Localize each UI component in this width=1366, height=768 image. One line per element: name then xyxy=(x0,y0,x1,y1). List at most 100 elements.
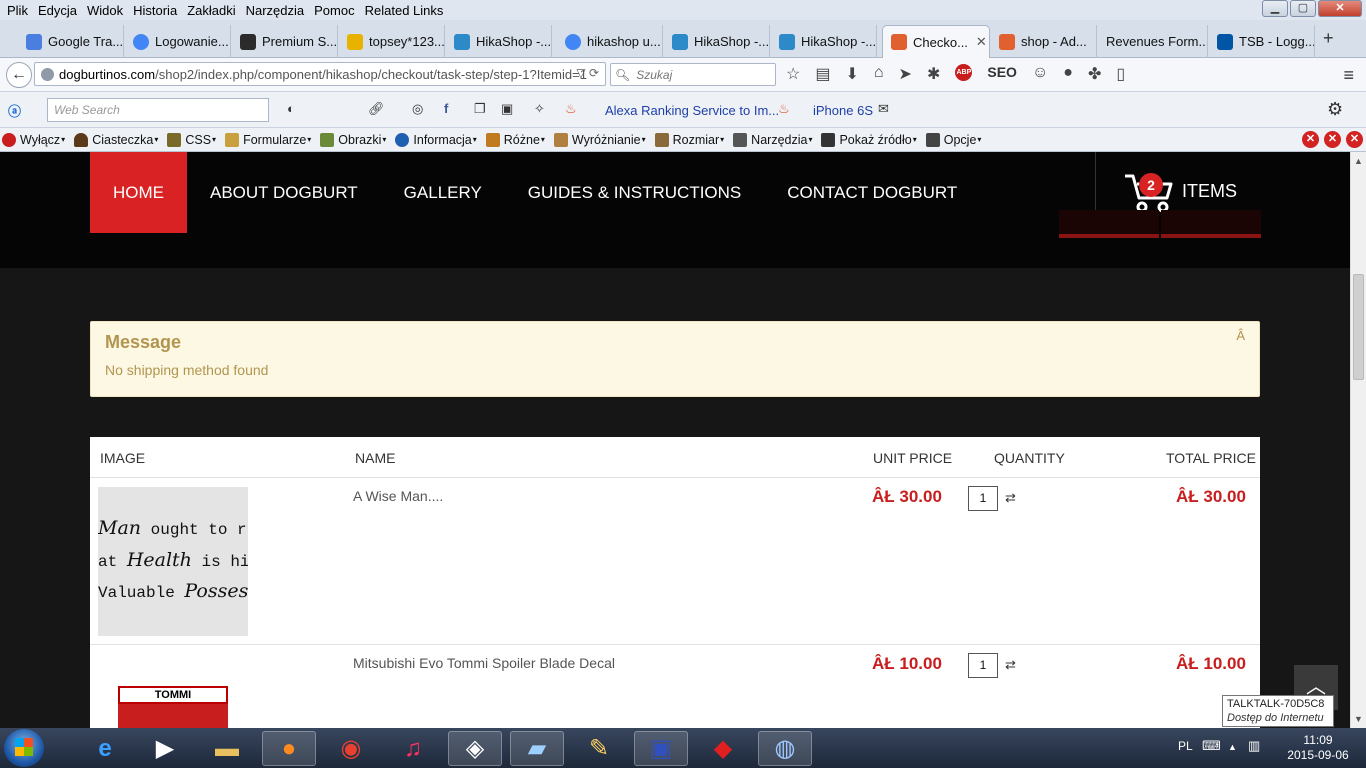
alexa-bookmark[interactable]: Alexa Ranking Service to Im... xyxy=(605,103,779,118)
media-player-icon[interactable]: ▶ xyxy=(138,731,192,766)
nav-contact[interactable]: CONTACT DOGBURT xyxy=(764,152,980,233)
wd-css[interactable]: CSS ▾ xyxy=(167,132,216,147)
link-icon[interactable]: 🔗︎ xyxy=(368,101,385,117)
error-icon[interactable]: ✕ xyxy=(1302,131,1319,148)
firefox-icon[interactable]: ● xyxy=(262,731,316,766)
settings-gear-icon[interactable]: ⚙ xyxy=(1327,99,1343,120)
hamburger-menu-icon[interactable]: ≡ xyxy=(1343,65,1354,86)
app-icon[interactable]: ◈ xyxy=(448,731,502,766)
url-bar[interactable]: dogburtinos.com/shop2/index.php/componen… xyxy=(34,62,606,86)
home-icon[interactable]: ⌂ xyxy=(874,64,884,84)
error-icon[interactable]: ✕ xyxy=(1346,131,1363,148)
cart-next-button[interactable] xyxy=(1161,210,1261,238)
menu-pomoc[interactable]: Pomoc xyxy=(309,3,359,18)
back-button[interactable]: ← xyxy=(6,62,32,88)
chat-icon[interactable]: ● xyxy=(1063,64,1073,84)
web-search-input[interactable]: Web Search xyxy=(47,98,269,122)
nav-about[interactable]: ABOUT DOGBURT xyxy=(187,152,381,233)
cart-widget[interactable]: 2 ITEMS xyxy=(1059,152,1261,238)
tab-google-translate[interactable]: Google Tra... xyxy=(18,25,124,58)
start-button[interactable] xyxy=(4,729,44,767)
tab-revenues[interactable]: Revenues Form... xyxy=(1098,25,1208,58)
notes-icon[interactable]: ▰ xyxy=(510,731,564,766)
tab-hikashop-2[interactable]: HikaShop -... xyxy=(664,25,770,58)
clock[interactable]: 11:09 2015-09-06 xyxy=(1282,733,1354,763)
chrome-icon[interactable]: ◉ xyxy=(324,731,378,766)
tab-hikashop-3[interactable]: HikaShop -... xyxy=(771,25,877,58)
fire-menu-icon[interactable]: ♨ xyxy=(778,101,790,117)
extension-icon[interactable]: ✱ xyxy=(927,64,940,84)
itunes-icon[interactable]: ♫ xyxy=(386,731,440,766)
scroll-down-arrow-icon[interactable]: ▼ xyxy=(1354,714,1363,724)
image-icon[interactable]: ▣ xyxy=(501,101,513,117)
wd-options[interactable]: Opcje ▾ xyxy=(925,132,981,147)
news-icon[interactable]: ◐ xyxy=(287,101,295,116)
page-scrollbar[interactable]: ▲ ▼ xyxy=(1350,152,1366,728)
close-window-button[interactable]: ✕ xyxy=(1318,0,1362,17)
fire-icon[interactable]: ♨ xyxy=(565,101,577,117)
wd-information[interactable]: Informacja ▾ xyxy=(395,132,477,147)
puzzle-icon[interactable]: ✤ xyxy=(1088,64,1101,84)
menu-widok[interactable]: Widok xyxy=(82,3,128,18)
menu-narzedzia[interactable]: Narzędzia xyxy=(241,3,310,18)
acrobat-icon[interactable]: ◆ xyxy=(696,731,750,766)
maximize-button[interactable]: ▢ xyxy=(1290,0,1316,17)
cart-prev-button[interactable] xyxy=(1059,210,1159,238)
keyboard-icon[interactable]: ⌨ xyxy=(1202,738,1221,754)
tab-logowanie[interactable]: Logowanie... xyxy=(125,25,231,58)
tab-checkout-active[interactable]: Checko... ✕ xyxy=(882,25,990,58)
tab-hikashop-google[interactable]: hikashop u... xyxy=(557,25,663,58)
share-icon[interactable]: ◎ xyxy=(412,101,423,117)
wd-outline[interactable]: Wyróżnianie ▾ xyxy=(553,132,646,147)
network-app-icon[interactable]: ◍ xyxy=(758,731,812,766)
wd-cookies[interactable]: Ciasteczka ▾ xyxy=(74,132,158,147)
internet-explorer-icon[interactable]: e xyxy=(78,731,132,766)
iphone-bookmark[interactable]: iPhone 6S xyxy=(813,103,873,118)
downloads-icon[interactable]: ⬇ xyxy=(845,64,858,84)
seo-quake-icon[interactable]: SEO xyxy=(987,64,1017,84)
reload-icon[interactable]: ▽ ⟳ xyxy=(576,66,599,80)
scrollbar-thumb[interactable] xyxy=(1353,274,1364,380)
facebook-icon[interactable]: f xyxy=(444,101,448,116)
nav-home[interactable]: HOME xyxy=(90,152,187,233)
nav-gallery[interactable]: GALLERY xyxy=(381,152,505,233)
wd-misc[interactable]: Różne ▾ xyxy=(485,132,545,147)
language-indicator[interactable]: PL xyxy=(1178,739,1193,753)
explorer-folder-icon[interactable]: ▬ xyxy=(200,731,254,766)
menu-plik[interactable]: Plik xyxy=(2,3,33,18)
tab-premium[interactable]: Premium S... xyxy=(232,25,338,58)
mail-icon[interactable]: ✉ xyxy=(878,101,889,117)
save-disk-icon[interactable]: ▣ xyxy=(634,731,688,766)
clipboard-icon[interactable]: ▯ xyxy=(1116,64,1125,84)
nav-guides[interactable]: GUIDES & INSTRUCTIONS xyxy=(505,152,764,233)
send-icon[interactable]: ➤ xyxy=(899,64,912,84)
wd-forms[interactable]: Formularze ▾ xyxy=(225,132,311,147)
minimize-button[interactable]: ▁ xyxy=(1262,0,1288,17)
menu-edycja[interactable]: Edycja xyxy=(33,3,82,18)
menu-related-links[interactable]: Related Links xyxy=(360,3,449,18)
ask-icon[interactable]: ⓐ xyxy=(8,101,21,120)
menu-zakladki[interactable]: Zakładki xyxy=(182,3,240,18)
network-icon[interactable]: ▥ xyxy=(1248,738,1260,754)
tab-topsey[interactable]: topsey*123... xyxy=(339,25,445,58)
wd-view-source[interactable]: Pokaż źródło ▾ xyxy=(821,132,917,147)
wd-disable[interactable]: Wyłącz ▾ xyxy=(2,132,65,147)
tab-hikashop-1[interactable]: HikaShop -... xyxy=(446,25,552,58)
quantity-input[interactable]: 1 xyxy=(968,486,998,511)
quantity-input[interactable]: 1 xyxy=(968,653,998,678)
close-tab-icon[interactable]: ✕ xyxy=(976,34,987,50)
bookmark-star-icon[interactable]: ☆ xyxy=(786,64,800,84)
new-tab-button[interactable]: + xyxy=(1323,28,1334,49)
error-icon[interactable]: ✕ xyxy=(1324,131,1341,148)
tray-expand-icon[interactable]: ▲ xyxy=(1228,742,1237,752)
tab-shop-admin[interactable]: shop - Ad... xyxy=(991,25,1097,58)
wd-images[interactable]: Obrazki ▾ xyxy=(320,132,386,147)
refresh-icon[interactable]: ⇄ xyxy=(1005,490,1016,506)
tab-tsb[interactable]: TSB - Logg... xyxy=(1209,25,1315,58)
wd-resize[interactable]: Rozmiar ▾ xyxy=(654,132,724,147)
product-name[interactable]: A Wise Man.... xyxy=(353,488,443,504)
reading-list-icon[interactable]: ▤ xyxy=(815,64,830,84)
product-name[interactable]: Mitsubishi Evo Tommi Spoiler Blade Decal xyxy=(353,655,615,671)
adblock-plus-icon[interactable]: ABP xyxy=(955,64,973,81)
message-close-icon[interactable]: Â xyxy=(1236,328,1245,343)
